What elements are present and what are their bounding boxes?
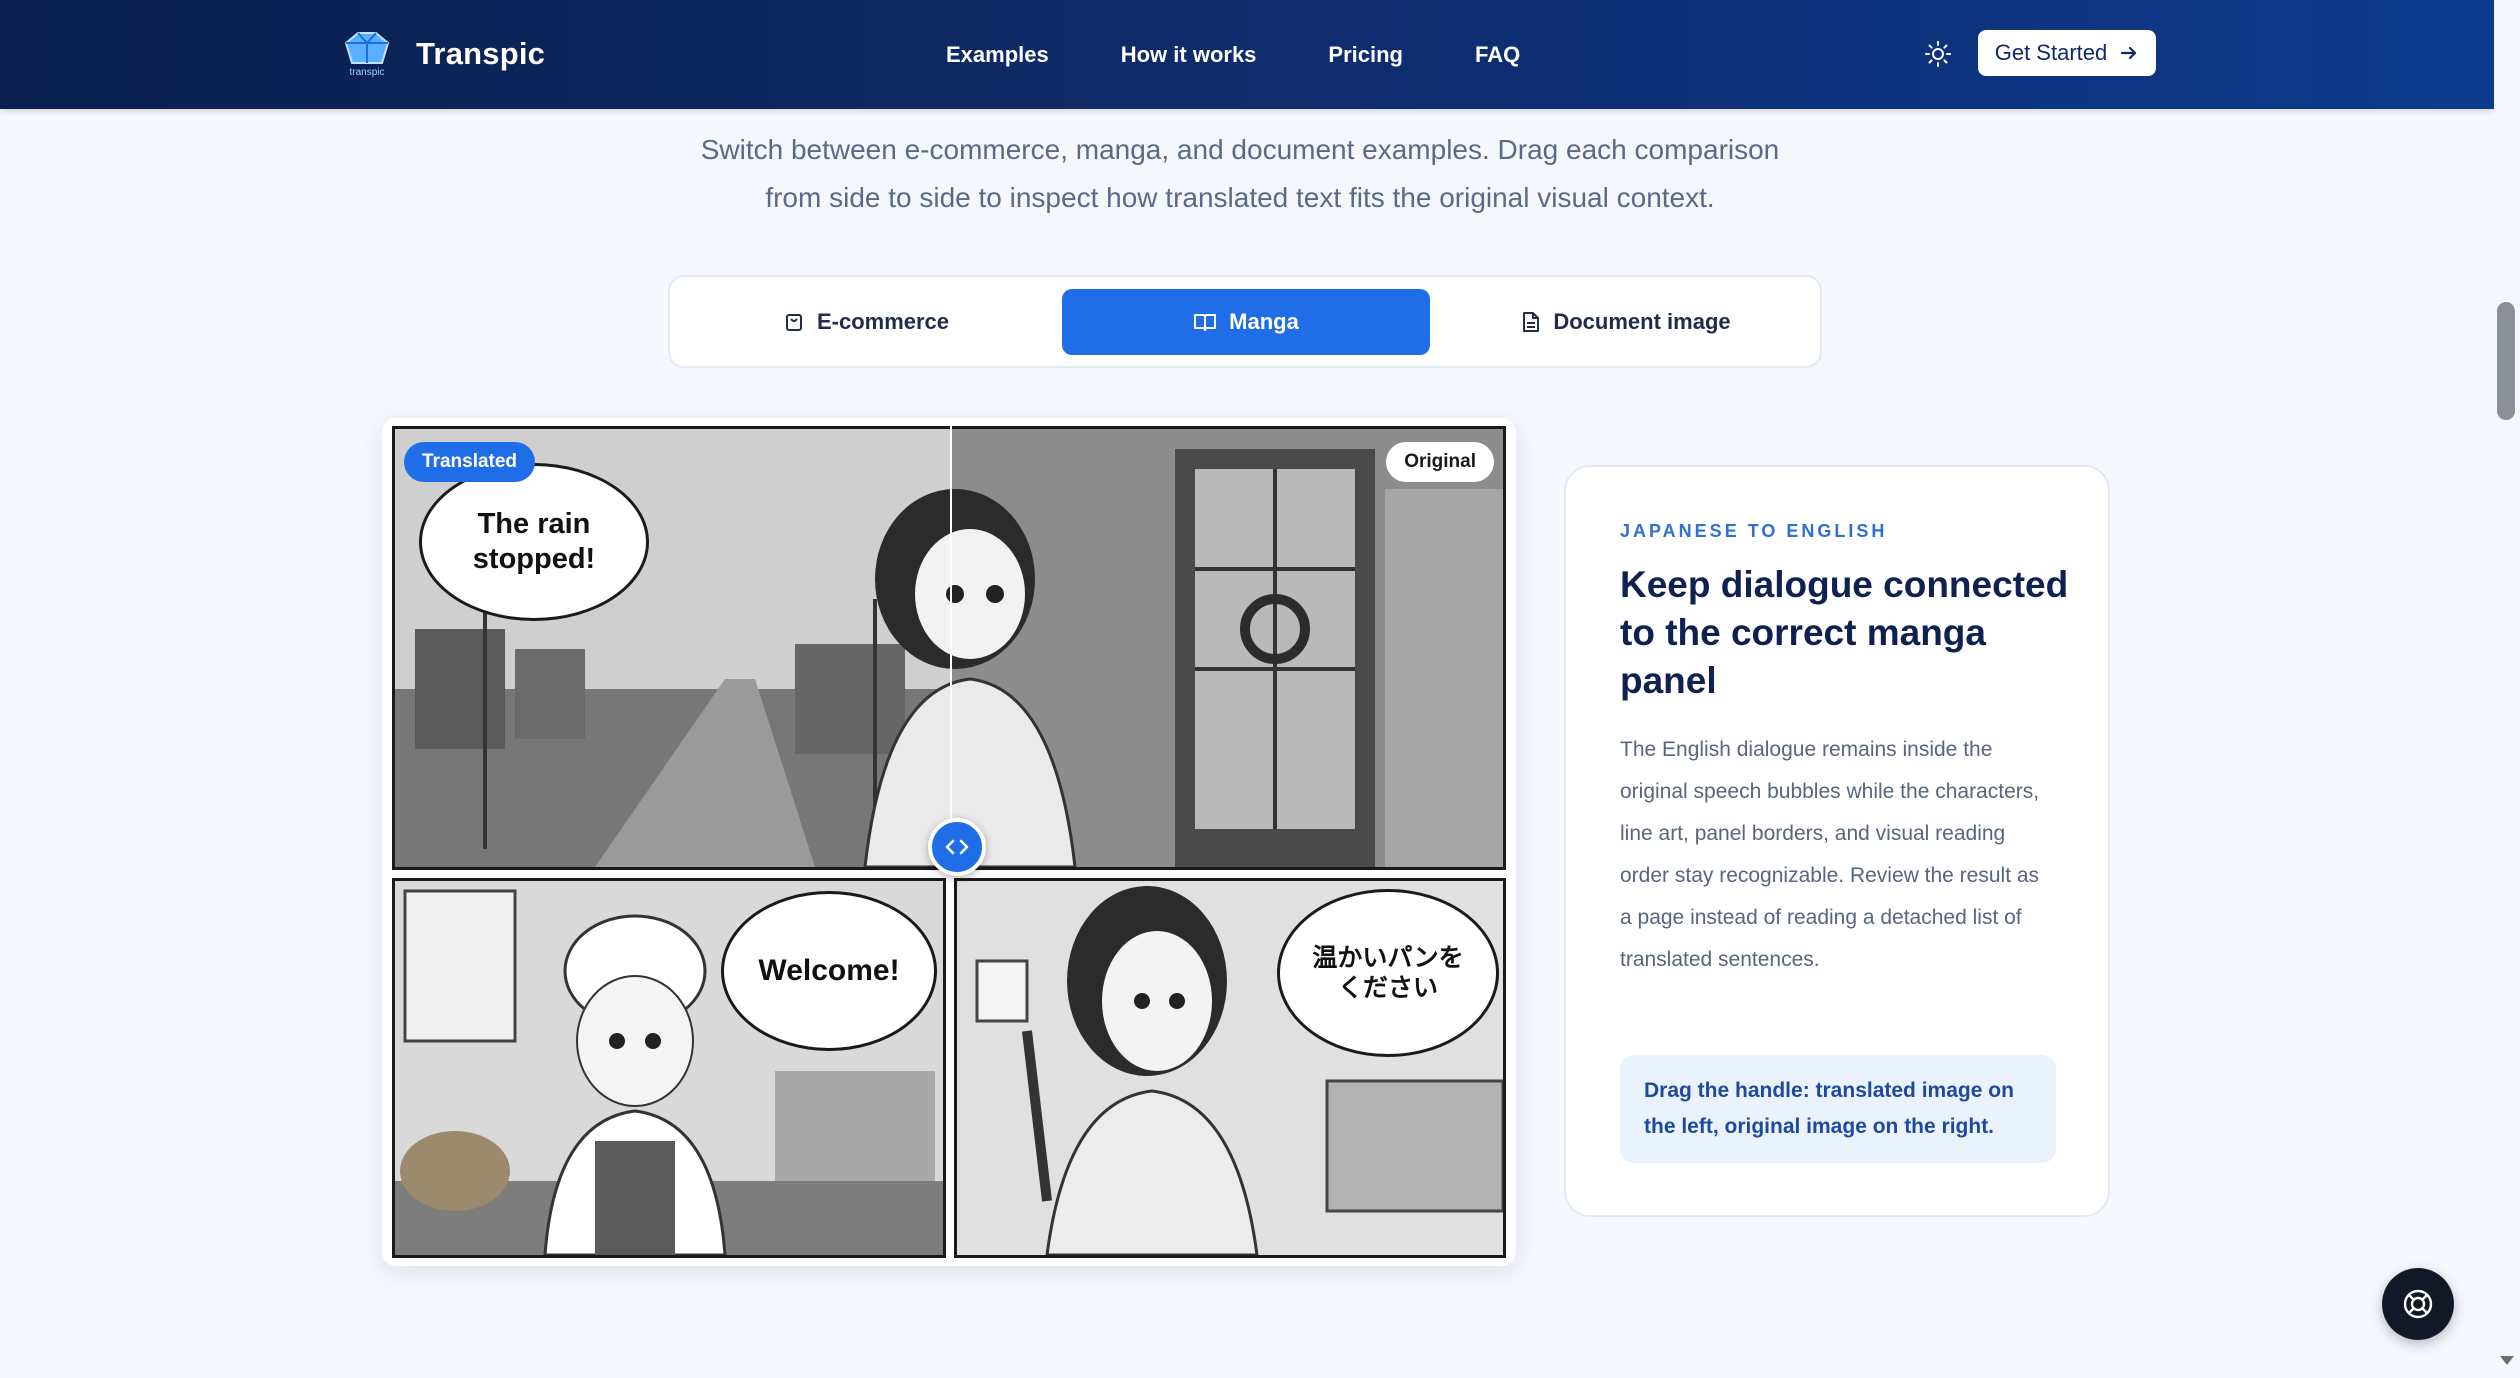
arrow-right-icon xyxy=(2121,46,2137,60)
book-open-icon xyxy=(1194,314,1217,331)
tab-document-label: Document image xyxy=(1553,309,1731,334)
nav-faq[interactable]: FAQ xyxy=(1475,42,1520,68)
scroll-down-arrow-icon[interactable] xyxy=(2500,1356,2514,1365)
comparison-drag-handle[interactable] xyxy=(928,818,986,876)
speech-bubble-rain: The rain stopped! xyxy=(419,463,649,621)
brand-name: Transpic xyxy=(416,36,546,71)
example-tabs: E-commerce Manga Document image xyxy=(668,275,1822,368)
speech-bubble-welcome: Welcome! xyxy=(721,891,937,1051)
tab-ecommerce[interactable]: E-commerce xyxy=(682,289,1050,355)
support-lifebuoy-button[interactable] xyxy=(2382,1268,2454,1340)
theme-toggle-sun-icon[interactable] xyxy=(1922,38,1954,70)
brand[interactable]: transpic Transpic xyxy=(338,26,545,82)
card-description: The English dialogue remains inside the … xyxy=(1620,738,2040,971)
intro-line-2: from side to side to inspect how transla… xyxy=(765,182,1715,213)
manga-panel-baker: Welcome! xyxy=(392,878,946,1258)
translated-badge: Translated xyxy=(404,442,536,482)
nav-pricing[interactable]: Pricing xyxy=(1328,42,1403,68)
drag-hint: Drag the handle: translated image on the… xyxy=(1620,1055,2056,1163)
shopping-bag-icon xyxy=(785,314,802,331)
comparison-slider: The rain stopped! Welcome! 温かいパンを ください T… xyxy=(382,418,1516,1266)
svg-text:transpic: transpic xyxy=(349,67,384,78)
card-eyebrow: JAPANESE TO ENGLISH xyxy=(1620,521,1888,541)
nav-how-it-works[interactable]: How it works xyxy=(1121,42,1257,68)
top-nav-bar: transpic Transpic Examples How it works … xyxy=(0,0,2494,109)
nav-examples[interactable]: Examples xyxy=(946,42,1049,68)
manga-panel-street: The rain stopped! xyxy=(392,426,1506,870)
chevrons-left-right-icon xyxy=(945,839,969,855)
manga-page: The rain stopped! Welcome! 温かいパンを ください T… xyxy=(392,426,1506,1258)
tab-document-image[interactable]: Document image xyxy=(1442,289,1810,355)
scrollbar-track[interactable] xyxy=(2494,0,2520,1378)
scrollbar-thumb[interactable] xyxy=(2497,302,2515,420)
tab-manga-label: Manga xyxy=(1229,309,1299,334)
card-title: Keep dialogue connected to the correct m… xyxy=(1620,564,2069,701)
main-nav: Examples How it works Pricing FAQ xyxy=(946,0,1592,109)
original-badge: Original xyxy=(1386,442,1494,482)
file-text-icon xyxy=(1523,312,1540,332)
intro-line-1: Switch between e-commerce, manga, and do… xyxy=(700,134,1780,165)
tab-manga[interactable]: Manga xyxy=(1062,289,1430,355)
lifebuoy-icon xyxy=(2403,1289,2433,1319)
tab-ecommerce-label: E-commerce xyxy=(816,309,950,334)
manga-panel-customer: 温かいパンを ください xyxy=(954,878,1506,1258)
section-intro: Switch between e-commerce, manga, and do… xyxy=(640,126,1840,222)
logo: transpic xyxy=(338,29,396,79)
example-info-card: JAPANESE TO ENGLISH Keep dialogue connec… xyxy=(1564,465,2110,1217)
speech-bubble-japanese: 温かいパンを ください xyxy=(1277,889,1499,1057)
get-started-label: Get Started xyxy=(1994,40,2108,65)
get-started-button[interactable]: Get Started xyxy=(1978,30,2156,76)
